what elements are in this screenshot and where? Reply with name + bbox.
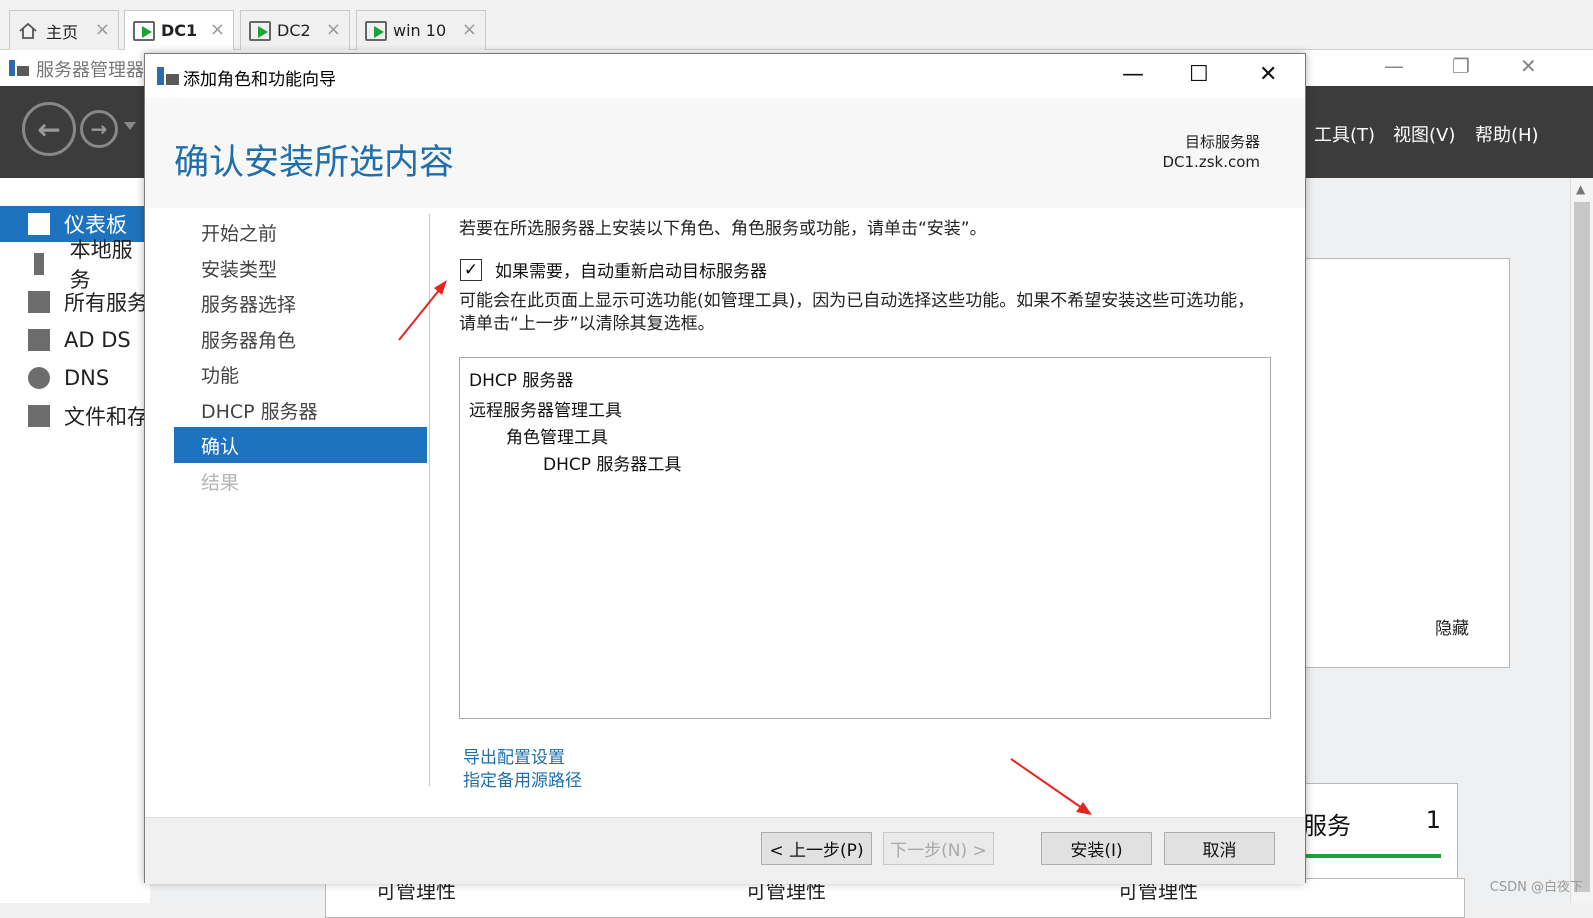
close-icon[interactable]: × [462, 19, 477, 40]
add-roles-wizard: 添加角色和功能向导 — ☐ ✕ 确认安装所选内容 目标服务器 DC1.zsk.c… [144, 53, 1306, 883]
step-dhcp-server[interactable]: DHCP 服务器 [174, 392, 427, 428]
restore-icon[interactable]: ❐ [1452, 54, 1470, 78]
instruction-text: 若要在所选服务器上安装以下角色、角色服务或功能，请单击“安装”。 [459, 214, 987, 239]
list-item: 角色管理工具 [506, 423, 608, 448]
restart-checkbox-label[interactable]: 如果需要，自动重新启动目标服务器 [495, 257, 767, 282]
menu-help[interactable]: 帮助(H) [1475, 121, 1539, 147]
minimize-icon[interactable]: — [1122, 62, 1144, 87]
vm-tab-bar: 主页 × DC1 × DC2 × win 10 × [0, 0, 1593, 50]
previous-button[interactable]: < 上一步(P) [761, 832, 872, 865]
server-manager-icon [8, 58, 30, 78]
tiles-row: 可管理性 可管理性 可管理性 [325, 878, 1465, 918]
vm-tab-label: DC2 [277, 21, 311, 40]
target-server-label: 目标服务器 [1162, 132, 1260, 152]
restart-checkbox[interactable]: ✓ [460, 259, 482, 281]
list-item: DHCP 服务器工具 [543, 450, 681, 475]
selection-list[interactable]: DHCP 服务器 远程服务器管理工具 角色管理工具 DHCP 服务器工具 [459, 357, 1271, 719]
vm-tab-dc1[interactable]: DC1 × [124, 10, 234, 50]
vm-tab-win10[interactable]: win 10 × [356, 10, 486, 50]
list-item: 远程服务器管理工具 [469, 396, 622, 421]
page-title: 确认安装所选内容 [174, 134, 454, 185]
close-icon[interactable]: ✕ [1259, 62, 1277, 87]
list-item: DHCP 服务器 [469, 366, 573, 391]
dns-icon [28, 367, 50, 389]
watermark: CSDN @白夜下 [1490, 876, 1583, 895]
optional-features-note: 可能会在此页面上显示可选功能(如管理工具)，因为已自动选择这些功能。如果不希望安… [459, 290, 1269, 336]
back-icon[interactable]: ← [22, 102, 76, 156]
sidebar-item-local-server[interactable]: 本地服务 [0, 246, 150, 282]
sidebar-item-ad-ds[interactable]: AD DS [0, 322, 150, 358]
close-icon[interactable]: × [326, 19, 341, 40]
sidebar-item-label: AD DS [64, 328, 131, 352]
step-before-you-begin[interactable]: 开始之前 [174, 214, 427, 250]
status-bar [1301, 854, 1441, 858]
forward-icon[interactable]: → [80, 110, 118, 148]
vm-running-icon [249, 21, 271, 41]
dialog-titlebar: 添加角色和功能向导 — ☐ ✕ [145, 54, 1305, 98]
sidebar-item-label: 文件和存 [64, 401, 148, 431]
target-server: 目标服务器 DC1.zsk.com [1162, 132, 1260, 172]
dashboard-icon [28, 213, 50, 235]
sidebar-item-label: 所有服务 [64, 287, 148, 317]
server-manager-sidebar: 仪表板 本地服务 所有服务 AD DS DNS 文件和存 [0, 178, 150, 903]
tile-title: 服务 [1303, 806, 1351, 841]
divider [429, 214, 430, 786]
sidebar-item-file-storage[interactable]: 文件和存 [0, 398, 150, 434]
close-icon[interactable]: × [210, 19, 225, 40]
cancel-button[interactable]: 取消 [1164, 832, 1275, 865]
step-features[interactable]: 功能 [174, 356, 427, 392]
server-manager-icon [156, 65, 180, 87]
sidebar-item-label: DNS [64, 366, 109, 390]
vm-tab-label: 主页 [46, 19, 78, 43]
step-server-selection[interactable]: 服务器选择 [174, 285, 427, 321]
dialog-title: 添加角色和功能向导 [183, 65, 336, 90]
chevron-up-icon[interactable]: ▲ [1576, 182, 1585, 196]
vm-tab-home[interactable]: 主页 × [9, 10, 119, 50]
scrollbar-thumb[interactable] [1574, 202, 1590, 892]
vm-tab-label: DC1 [161, 21, 197, 40]
file-storage-icon [28, 405, 50, 427]
home-icon [18, 21, 40, 41]
next-button: 下一步(N) > [883, 832, 994, 865]
scrollbar[interactable]: ▲ [1570, 178, 1593, 903]
export-config-link[interactable]: 导出配置设置 [463, 743, 565, 768]
welcome-panel: 隐藏 [1300, 258, 1510, 668]
servers-icon [28, 291, 50, 313]
target-server-name: DC1.zsk.com [1162, 152, 1260, 172]
ad-ds-icon [28, 329, 50, 351]
maximize-icon[interactable]: ☐ [1189, 62, 1209, 87]
install-button[interactable]: 安装(I) [1041, 832, 1152, 865]
server-manager-title: 服务器管理器 [36, 56, 144, 82]
server-icon [34, 253, 44, 275]
sidebar-item-dns[interactable]: DNS [0, 360, 150, 396]
step-installation-type[interactable]: 安装类型 [174, 250, 427, 286]
step-results: 结果 [174, 463, 427, 499]
tile-count: 1 [1426, 806, 1441, 834]
vm-running-icon [365, 21, 387, 41]
step-server-roles[interactable]: 服务器角色 [174, 321, 427, 357]
checkmark-icon: ✓ [464, 260, 478, 280]
close-icon[interactable]: ✕ [1520, 54, 1537, 78]
step-confirmation[interactable]: 确认 [174, 427, 427, 463]
sidebar-item-all-servers[interactable]: 所有服务 [0, 284, 150, 320]
menu-tools[interactable]: 工具(T) [1314, 121, 1375, 147]
vm-tab-label: win 10 [393, 21, 446, 40]
menu-view[interactable]: 视图(V) [1393, 121, 1455, 147]
minimize-icon[interactable]: — [1384, 54, 1404, 78]
hide-link[interactable]: 隐藏 [1435, 614, 1469, 639]
vm-tab-dc2[interactable]: DC2 × [240, 10, 350, 50]
vm-running-icon [133, 21, 155, 41]
close-icon[interactable]: × [95, 19, 110, 40]
alternate-source-link[interactable]: 指定备用源路径 [463, 766, 582, 791]
chevron-down-icon[interactable] [124, 122, 136, 130]
